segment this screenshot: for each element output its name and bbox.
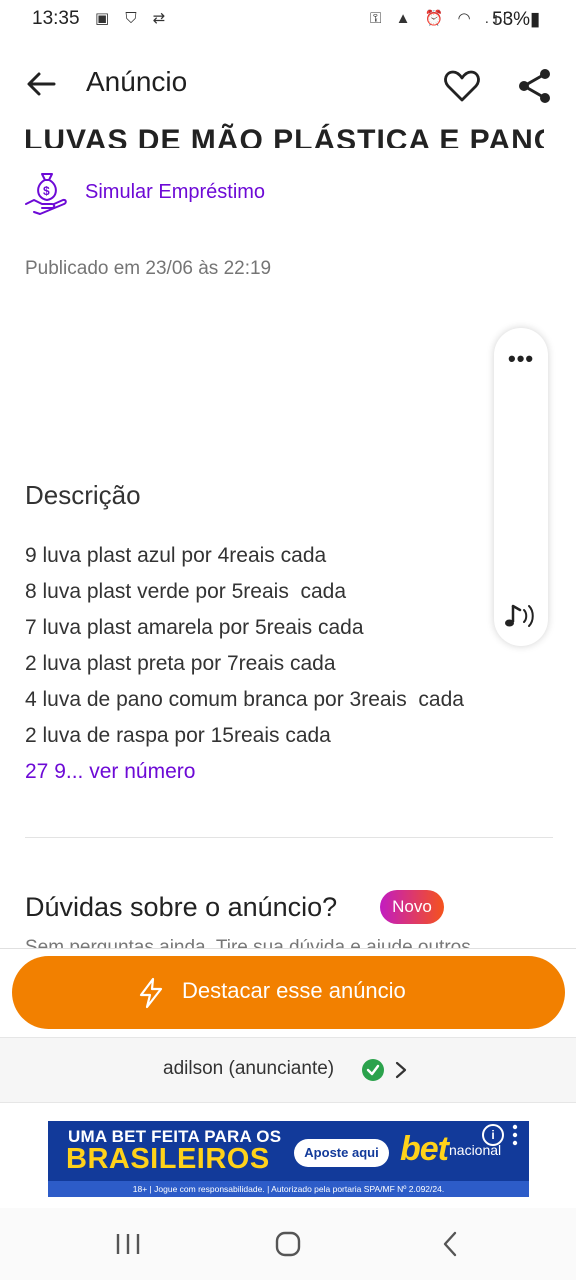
system-back-icon[interactable] — [440, 1230, 460, 1258]
app-header: Anúncio — [0, 52, 576, 116]
questions-heading: Dúvidas sobre o anúncio? — [25, 892, 338, 922]
section-divider — [25, 837, 553, 838]
svg-text:$: $ — [43, 184, 50, 198]
description-line: 2 luva de raspa por 15reais cada — [25, 724, 331, 747]
more-options-icon[interactable]: ••• — [508, 346, 534, 372]
ad-more-icon[interactable] — [512, 1123, 518, 1147]
share-icon[interactable] — [515, 66, 555, 106]
favorite-heart-icon[interactable] — [442, 66, 482, 106]
see-phone-number-link[interactable]: 27 9... ver número — [25, 760, 195, 784]
published-date: Publicado em 23/06 às 22:19 — [25, 258, 272, 279]
lightning-bolt-icon — [139, 977, 163, 1009]
status-notification-icons: ▣ ⛉ ⇄ — [95, 10, 172, 27]
ad-cta-button[interactable]: Aposte aqui — [294, 1139, 389, 1167]
system-navigation-bar — [0, 1208, 576, 1280]
status-system-icons: ⚿ ▲ ⏰ ◠ .ıl — [370, 10, 512, 27]
ad-disclaimer: 18+ | Jogue com responsabilidade. | Auto… — [48, 1181, 529, 1197]
battery-level: 53%▮ — [492, 9, 541, 30]
status-time: 13:35 — [32, 8, 80, 29]
accessibility-widget: ••• — [494, 328, 548, 646]
recent-apps-icon[interactable] — [115, 1232, 141, 1256]
ad-title: LUVAS DE MÃO PLÁSTICA E PANO — [24, 124, 544, 148]
description-heading: Descrição — [25, 480, 141, 510]
ad-info-icon[interactable]: i — [482, 1124, 504, 1146]
description-line: 2 luva plast preta por 7reais cada — [25, 652, 336, 675]
description-line: 4 luva de pano comum branca por 3reais c… — [25, 688, 464, 711]
back-arrow-icon[interactable] — [24, 66, 60, 102]
status-bar: 13:35 ▣ ⛉ ⇄ ⚿ ▲ ⏰ ◠ .ıl 53%▮ — [0, 0, 576, 40]
description-line: 8 luva plast verde por 5reais cada — [25, 580, 347, 603]
audio-listen-icon[interactable] — [503, 600, 539, 632]
page-title: Anúncio — [86, 66, 188, 97]
advertisement-banner[interactable]: UMA BET FEITA PARA OS BRASILEIROS Aposte… — [48, 1121, 529, 1197]
verified-check-icon — [362, 1059, 384, 1081]
ad-headline-main: BRASILEIROS — [66, 1143, 270, 1175]
money-bag-hand-icon[interactable]: $ — [24, 170, 70, 216]
advertiser-bar[interactable]: adilson (anunciante) — [0, 1037, 576, 1103]
highlight-ad-button[interactable]: Destacar esse anúncio — [12, 956, 565, 1029]
advertiser-name: adilson (anunciante) — [163, 1058, 335, 1079]
ad-brand-logo: bet — [400, 1130, 449, 1168]
description-line: 9 luva plast azul por 4reais cada — [25, 544, 327, 567]
ad-title-container: LUVAS DE MÃO PLÁSTICA E PANO — [24, 116, 544, 148]
new-badge: Novo — [380, 890, 444, 924]
description-line: 7 luva plast amarela por 5reais cada — [25, 616, 364, 639]
simulate-loan-link[interactable]: Simular Empréstimo — [85, 181, 265, 204]
home-icon[interactable] — [274, 1230, 302, 1258]
highlight-ad-label: Destacar esse anúncio — [182, 978, 406, 1003]
chevron-right-icon — [395, 1061, 407, 1079]
